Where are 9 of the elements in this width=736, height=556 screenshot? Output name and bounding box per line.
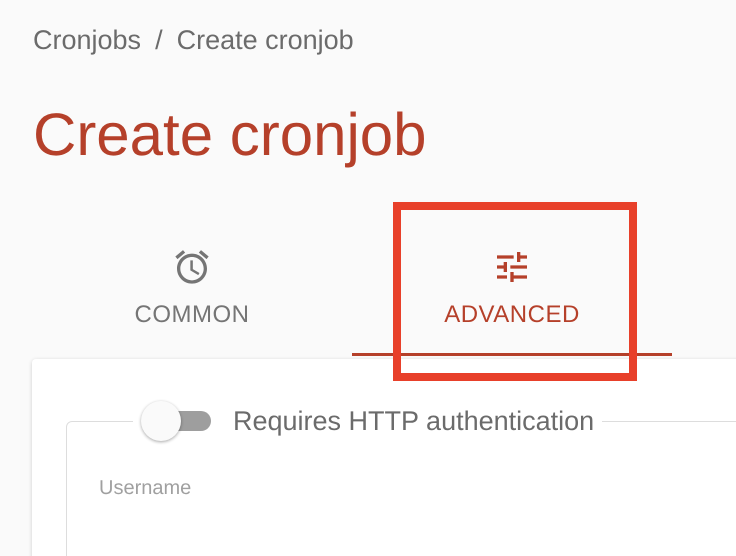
toggle-switch[interactable] [141, 401, 211, 441]
breadcrumb-item: Create cronjob [176, 24, 354, 57]
tab[interactable]: COMMON [32, 212, 352, 356]
breadcrumb-item[interactable]: Cronjobs [33, 22, 142, 58]
breadcrumb-separator: / [155, 24, 163, 57]
page-title: Create cronjob [33, 100, 428, 170]
tab[interactable]: ADVANCED [352, 212, 672, 356]
username-field[interactable]: Username [99, 465, 192, 500]
toggle-label: Requires HTTP authentication [233, 406, 594, 436]
